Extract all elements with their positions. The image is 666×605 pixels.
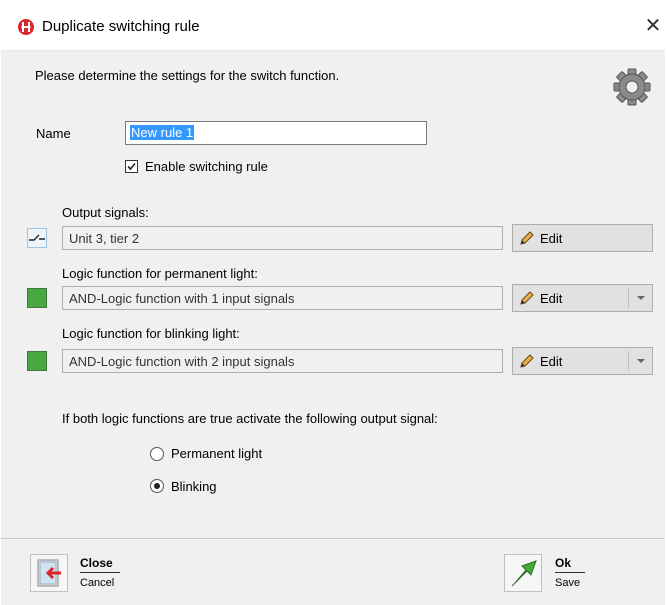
output-signals-field: Unit 3, tier 2 [62,226,503,250]
window-title: Duplicate switching rule [42,18,200,35]
app-logo-icon [18,19,34,35]
close-button-label[interactable]: Close [80,556,113,570]
chevron-down-icon[interactable] [637,359,645,363]
title-bar: Duplicate switching rule ✕ [0,0,666,50]
cancel-sublabel[interactable]: Cancel [80,577,114,589]
pencil-icon [520,291,534,305]
radio-permanent-light[interactable] [150,447,164,461]
ok-button-label[interactable]: Ok [555,556,571,570]
radio-permanent-light-label[interactable]: Permanent light [171,446,262,461]
ok-underline [555,572,585,573]
pencil-icon [520,231,534,245]
activate-question: If both logic functions are true activat… [62,411,438,426]
permanent-light-edit-button[interactable]: Edit [512,284,653,312]
name-input-value: New rule 1 [130,125,195,140]
close-underline [80,572,120,573]
output-signals-label: Output signals: [62,205,149,220]
blinking-light-edit-button[interactable]: Edit [512,347,653,375]
radio-blinking-label[interactable]: Blinking [171,479,217,494]
edit-label: Edit [540,231,563,246]
radio-selected-dot [154,483,160,489]
ok-arrow-icon[interactable] [504,554,542,592]
split-divider [628,351,629,371]
name-label: Name [36,126,71,141]
signal-switch-icon [27,228,47,248]
name-input[interactable]: New rule 1 [125,121,427,145]
chevron-down-icon[interactable] [637,296,645,300]
blinking-light-label: Logic function for blinking light: [62,326,240,341]
permanent-light-label: Logic function for permanent light: [62,266,258,281]
save-sublabel[interactable]: Save [555,577,580,589]
enable-checkbox-label[interactable]: Enable switching rule [145,159,268,174]
split-divider [628,288,629,308]
permanent-light-field: AND-Logic function with 1 input signals [62,286,503,310]
output-signals-edit-button[interactable]: Edit [512,224,653,252]
enable-checkbox[interactable] [125,160,138,173]
close-dialog-icon[interactable] [30,554,68,592]
edit-label: Edit [540,291,563,306]
edit-label: Edit [540,354,563,369]
intro-text: Please determine the settings for the sw… [35,68,340,83]
gear-icon [613,68,651,106]
radio-blinking[interactable] [150,479,164,493]
pencil-icon [520,354,534,368]
blinking-light-field: AND-Logic function with 2 input signals [62,349,503,373]
permanent-light-status-indicator [27,288,47,308]
blinking-light-status-indicator [27,351,47,371]
checkmark-icon [127,162,136,171]
close-icon[interactable]: ✕ [641,14,665,38]
